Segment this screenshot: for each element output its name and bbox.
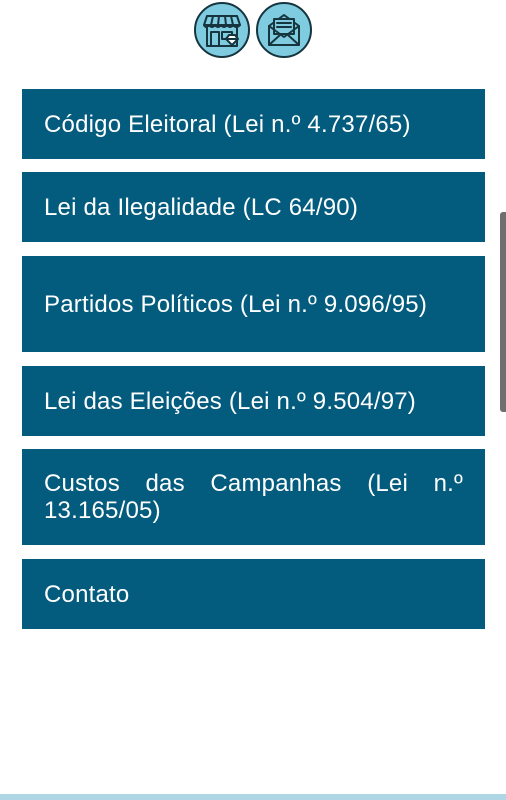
menu-item-label: Custos das Campanhas (Lei n.º 13.165/05) [44, 470, 463, 524]
bottom-bar [0, 794, 506, 800]
menu-item-contato[interactable]: Contato [22, 559, 485, 629]
mail-icon[interactable] [256, 2, 312, 58]
menu-item-label: Código Eleitoral (Lei n.º 4.737/65) [44, 110, 411, 138]
store-icon[interactable] [194, 2, 250, 58]
menu-item-label: Lei das Eleições (Lei n.º 9.504/97) [44, 387, 416, 415]
menu-item-lei-das-eleicoes[interactable]: Lei das Eleições (Lei n.º 9.504/97) [22, 366, 485, 436]
menu-item-label: Contato [44, 580, 130, 608]
menu-item-partidos-politicos[interactable]: Partidos Políticos (Lei n.º 9.096/95) [22, 256, 485, 352]
scroll-indicator[interactable] [500, 212, 506, 412]
menu-item-codigo-eleitoral[interactable]: Código Eleitoral (Lei n.º 4.737/65) [22, 89, 485, 159]
menu-item-label: Partidos Políticos (Lei n.º 9.096/95) [44, 290, 428, 318]
menu-item-label: Lei da Ilegalidade (LC 64/90) [44, 193, 359, 221]
header-icons [0, 2, 506, 60]
menu-item-custos-das-campanhas[interactable]: Custos das Campanhas (Lei n.º 13.165/05) [22, 449, 485, 545]
menu-item-lei-da-ilegalidade[interactable]: Lei da Ilegalidade (LC 64/90) [22, 172, 485, 242]
